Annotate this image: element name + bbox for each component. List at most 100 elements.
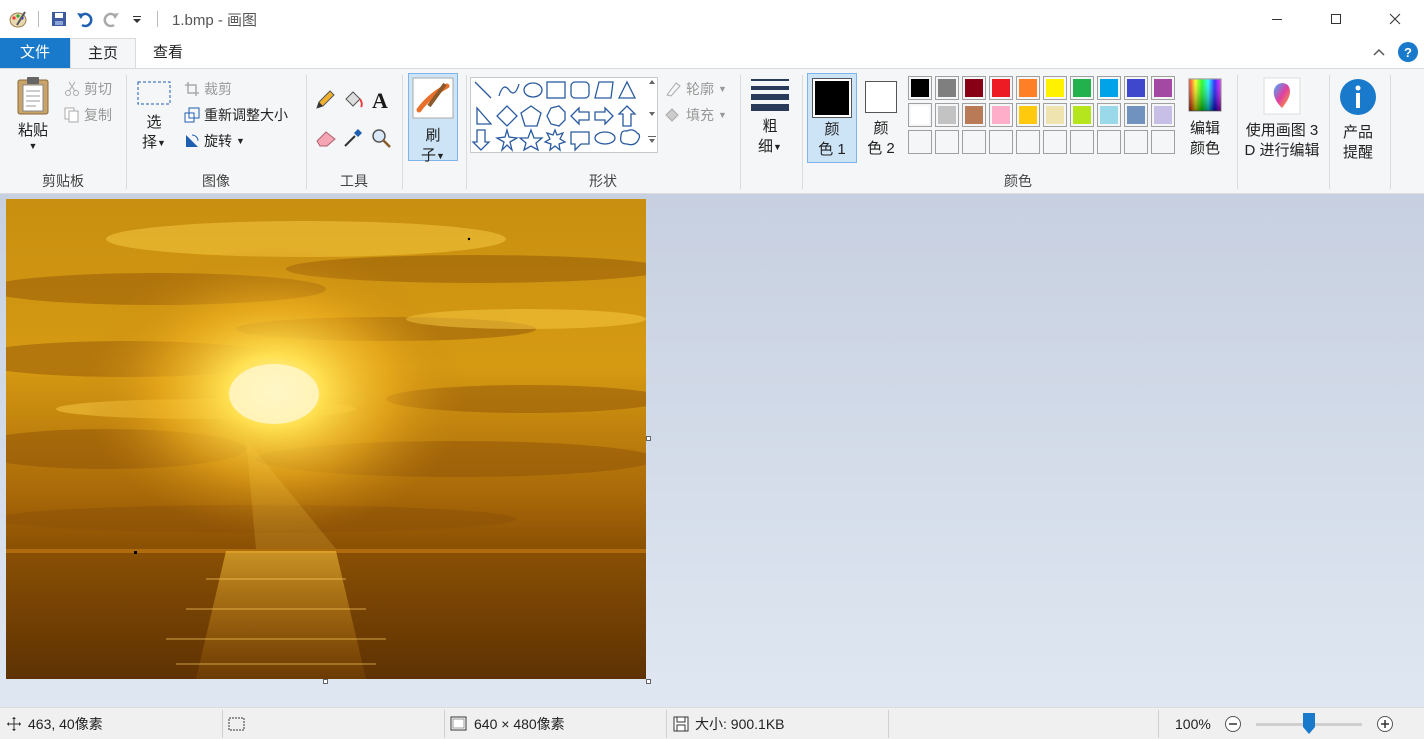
color2-button[interactable]: 颜 色 2: [858, 73, 904, 163]
palette-swatch-color: [1154, 106, 1172, 124]
palette-swatch[interactable]: [989, 103, 1013, 127]
palette-swatch[interactable]: [962, 76, 986, 100]
brushes-button[interactable]: 刷 子 ▼: [408, 73, 458, 164]
resize-button[interactable]: 重新调整大小: [184, 105, 288, 125]
paste-button[interactable]: 粘贴 ▼: [10, 75, 56, 165]
minimize-button[interactable]: [1247, 0, 1306, 38]
quickaccess-separator: [38, 11, 39, 27]
fill-button[interactable]: 填充 ▼: [664, 105, 727, 125]
help-icon[interactable]: ?: [1398, 42, 1418, 62]
fill-dropdown-arrow-icon[interactable]: ▼: [718, 110, 727, 120]
palette-swatch-color: [1100, 106, 1118, 124]
palette-swatch-color: [965, 79, 983, 97]
palette-swatch[interactable]: [962, 130, 986, 154]
palette-swatch[interactable]: [1016, 103, 1040, 127]
palette-swatch[interactable]: [989, 76, 1013, 100]
palette-swatch[interactable]: [1124, 76, 1148, 100]
fill-label: 填充: [686, 107, 714, 123]
palette-swatch[interactable]: [1124, 130, 1148, 154]
palette-swatch[interactable]: [1097, 130, 1121, 154]
tab-view[interactable]: 查看: [136, 38, 200, 68]
resize-handle-right[interactable]: [646, 436, 651, 441]
zoom-in-button[interactable]: [1376, 708, 1394, 739]
select-button[interactable]: 选 择 ▼: [134, 79, 174, 153]
palette-swatch[interactable]: [1124, 103, 1148, 127]
palette-swatch[interactable]: [1043, 130, 1067, 154]
tools-group-label: 工具: [340, 173, 368, 189]
outline-button[interactable]: 轮廓 ▼: [664, 79, 727, 99]
palette-swatch[interactable]: [908, 103, 932, 127]
copy-icon: [64, 107, 79, 123]
text-tool[interactable]: A: [370, 88, 392, 114]
close-button[interactable]: [1365, 0, 1424, 38]
color1-swatch: [815, 81, 849, 115]
rotate-button[interactable]: 旋转 ▼: [184, 131, 245, 151]
palette-swatch[interactable]: [935, 130, 959, 154]
maximize-button[interactable]: [1306, 0, 1365, 38]
magnifier-tool[interactable]: [370, 127, 392, 152]
palette-swatch[interactable]: [1070, 103, 1094, 127]
eraser-tool[interactable]: [314, 127, 338, 152]
palette-swatch[interactable]: [1151, 130, 1175, 154]
crop-label: 裁剪: [204, 81, 232, 97]
palette-swatch[interactable]: [1151, 76, 1175, 100]
resize-icon: [184, 107, 200, 123]
tab-home[interactable]: 主页: [70, 38, 136, 68]
palette-swatch[interactable]: [1070, 130, 1094, 154]
magnifier-icon: [372, 129, 391, 148]
undo-icon[interactable]: [75, 9, 95, 29]
palette-swatch[interactable]: [1016, 130, 1040, 154]
redo-icon[interactable]: [101, 9, 121, 29]
fill-tool[interactable]: [342, 89, 364, 114]
palette-swatch[interactable]: [1097, 76, 1121, 100]
drawing-canvas[interactable]: [6, 199, 646, 679]
tab-file[interactable]: 文件: [0, 38, 70, 68]
paint-app-icon[interactable]: [8, 9, 28, 29]
rotate-dropdown-arrow-icon[interactable]: ▼: [236, 136, 245, 146]
size-dropdown-arrow-icon[interactable]: ▼: [773, 137, 782, 157]
image-dimensions-text: 640 × 480像素: [474, 716, 565, 732]
resize-handle-corner[interactable]: [646, 679, 651, 684]
paint3d-label-2: D 进行编辑: [1244, 142, 1320, 159]
cut-button[interactable]: 剪切: [64, 79, 112, 99]
save-icon[interactable]: [49, 9, 69, 29]
crop-button[interactable]: 裁剪: [184, 79, 232, 99]
palette-swatch[interactable]: [908, 76, 932, 100]
pencil-tool[interactable]: [314, 89, 336, 114]
edit-with-paint3d-button[interactable]: 使用画图 3 D 进行编辑: [1240, 77, 1324, 161]
palette-swatch[interactable]: [1043, 103, 1067, 127]
palette-swatch[interactable]: [1016, 76, 1040, 100]
minimize-ribbon-icon[interactable]: [1372, 44, 1386, 60]
color2-label-1: 颜: [873, 120, 889, 137]
palette-swatch[interactable]: [1070, 76, 1094, 100]
palette-swatch[interactable]: [1151, 103, 1175, 127]
resize-handle-bottom[interactable]: [323, 679, 328, 684]
title-bar: 1.bmp - 画图: [0, 0, 1424, 38]
canvas-workspace[interactable]: [0, 194, 1424, 707]
product-alert-button[interactable]: 产品 提醒: [1334, 77, 1382, 163]
color1-button[interactable]: 颜 色 1: [807, 73, 857, 163]
customize-quickaccess-icon[interactable]: [127, 9, 147, 29]
zoom-slider-thumb[interactable]: [1303, 713, 1315, 734]
palette-swatch[interactable]: [962, 103, 986, 127]
zoom-out-button[interactable]: [1224, 708, 1242, 739]
paste-dropdown-arrow-icon[interactable]: ▼: [10, 141, 56, 151]
palette-swatch[interactable]: [935, 103, 959, 127]
palette-swatch-color: [938, 106, 956, 124]
palette-swatch[interactable]: [1043, 76, 1067, 100]
palette-swatch[interactable]: [935, 76, 959, 100]
outline-dropdown-arrow-icon[interactable]: ▼: [718, 84, 727, 94]
brushes-dropdown-arrow-icon[interactable]: ▼: [436, 146, 445, 166]
copy-button[interactable]: 复制: [64, 105, 112, 125]
shapes-gallery[interactable]: [470, 77, 658, 153]
palette-swatch[interactable]: [1097, 103, 1121, 127]
group-separator: [740, 75, 741, 189]
edit-colors-button[interactable]: 编辑 颜色: [1182, 77, 1228, 159]
select-dropdown-arrow-icon[interactable]: ▼: [157, 133, 166, 153]
palette-swatch[interactable]: [908, 130, 932, 154]
color-picker-tool[interactable]: [342, 127, 364, 152]
file-size: 大小: 900.1KB: [673, 708, 785, 739]
palette-swatch-color: [1019, 133, 1037, 151]
size-button[interactable]: 粗 细 ▼: [746, 77, 794, 157]
palette-swatch[interactable]: [989, 130, 1013, 154]
